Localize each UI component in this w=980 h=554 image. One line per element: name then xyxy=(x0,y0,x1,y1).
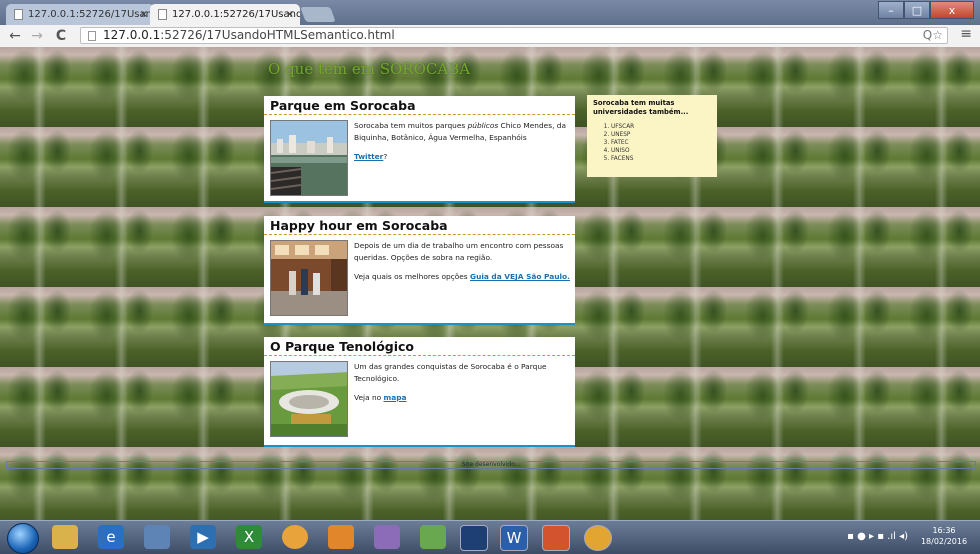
excel-icon[interactable]: X xyxy=(236,525,262,549)
notepad-icon[interactable] xyxy=(420,525,446,549)
browser-tab-1[interactable]: 127.0.0.1:52726/17Usandc × xyxy=(6,4,154,25)
word-icon[interactable]: W xyxy=(500,525,528,551)
tab-close-icon[interactable]: × xyxy=(286,4,294,25)
close-window-button[interactable]: x xyxy=(930,1,974,19)
start-button[interactable] xyxy=(7,523,39,554)
universities-list: UFSCAR UNESP FATEC UNISO FACENS xyxy=(593,123,711,163)
article-title: Parque em Sorocaba xyxy=(264,96,575,115)
media-player-icon[interactable]: ▶ xyxy=(190,525,216,549)
list-item: FATEC xyxy=(611,139,711,147)
powerpoint-icon[interactable] xyxy=(542,525,570,551)
tech-park-photo xyxy=(270,361,348,437)
article-parque-tecnologico: O Parque Tenológico Um das grandes conqu… xyxy=(264,337,575,447)
article-happy-hour: Happy hour em Sorocaba Depois de um dia … xyxy=(264,216,575,325)
article-title: O Parque Tenológico xyxy=(264,337,575,356)
mapa-link[interactable]: mapa xyxy=(384,393,407,402)
browser-tab-2[interactable]: 127.0.0.1:52726/17Usandc × xyxy=(150,4,300,25)
text: Veja quais os melhores opções xyxy=(354,272,471,281)
list-item: UFSCAR xyxy=(611,123,711,131)
aside-title: Sorocaba tem muitas universidades também… xyxy=(593,99,689,116)
text: Veja no xyxy=(354,393,384,402)
url-text[interactable]: 127.0.0.1:52726/17UsandoHTMLSemantico.ht… xyxy=(103,28,395,43)
chrome-icon[interactable] xyxy=(282,525,308,549)
maximize-button[interactable]: □ xyxy=(904,1,930,19)
guia-veja-link[interactable]: Guia da VEJA São Paulo. xyxy=(470,272,570,281)
users-icon[interactable] xyxy=(144,525,170,549)
text: Depois de um dia de trabalho um encontro… xyxy=(354,241,564,262)
paint-icon[interactable] xyxy=(374,525,400,549)
site-title: O que tem em SOROCABA xyxy=(268,60,471,78)
file-explorer-icon[interactable] xyxy=(52,525,78,549)
chrome-active-icon[interactable] xyxy=(584,525,612,551)
browser-toolbar: ← → C 127.0.0.1:52726/17UsandoHTMLSemant… xyxy=(0,25,980,48)
internet-explorer-icon[interactable]: e xyxy=(98,525,124,549)
xampp-icon[interactable] xyxy=(328,525,354,549)
zoom-bookmark-icons[interactable]: Q☆ xyxy=(923,28,943,43)
app-window-icon[interactable] xyxy=(460,525,488,551)
reload-button[interactable]: C xyxy=(52,26,70,46)
article-body: Depois de um dia de trabalho um encontro… xyxy=(354,240,570,290)
page-icon xyxy=(88,31,96,41)
text: Um das grandes conquistas de Sorocaba é … xyxy=(354,362,547,383)
minimize-button[interactable]: – xyxy=(878,1,904,19)
article-parque: Parque em Sorocaba Sorocaba tem muitos p… xyxy=(264,96,575,203)
happy-hour-photo xyxy=(270,240,348,316)
page-viewport: O que tem em SOROCABA Parque em Sorocaba… xyxy=(0,47,980,520)
page-icon xyxy=(14,9,23,20)
text: Sorocaba tem muitos parques xyxy=(354,121,468,130)
tray-icons[interactable]: ▪ ● ▸ ▪ .ıl ◂) xyxy=(847,531,908,542)
menu-icon[interactable]: ≡ xyxy=(960,26,972,42)
article-body: Sorocaba tem muitos parques públicos Chi… xyxy=(354,120,570,170)
tab-title: 127.0.0.1:52726/17Usandc xyxy=(28,9,154,20)
article-title: Happy hour em Sorocaba xyxy=(264,216,575,235)
url-path: :52726/17UsandoHTMLSemantico.html xyxy=(160,28,395,42)
browser-titlebar: 127.0.0.1:52726/17Usandc × 127.0.0.1:527… xyxy=(0,0,980,25)
text: ? xyxy=(383,152,388,161)
emphasis-text: públicos xyxy=(467,121,499,130)
universities-aside: Sorocaba tem muitas universidades também… xyxy=(587,95,717,177)
new-tab-button[interactable] xyxy=(300,7,336,22)
tab-close-icon[interactable]: × xyxy=(140,4,148,25)
back-button[interactable]: ← xyxy=(6,26,24,46)
page-footer: Site desenvolvido... xyxy=(6,461,976,469)
tab-title: 127.0.0.1:52726/17Usandc xyxy=(172,9,300,20)
forward-button[interactable]: → xyxy=(28,26,46,46)
park-photo xyxy=(270,120,348,196)
list-item: UNESP xyxy=(611,131,711,139)
twitter-link[interactable]: Twitter xyxy=(354,152,383,161)
clock-time: 16:36 xyxy=(932,526,956,535)
article-body: Um das grandes conquistas de Sorocaba é … xyxy=(354,361,570,411)
address-bar[interactable]: 127.0.0.1:52726/17UsandoHTMLSemantico.ht… xyxy=(80,27,948,44)
clock-date: 18/02/2016 xyxy=(920,537,968,546)
clock[interactable]: 16:36 18/02/2016 xyxy=(918,525,970,547)
page-icon xyxy=(158,9,167,20)
windows-taskbar: e ▶ X W ▪ ● ▸ ▪ .ıl ◂) 16:36 18/02/2016 xyxy=(0,520,980,554)
list-item: FACENS xyxy=(611,155,711,163)
window-controls: – □ x xyxy=(878,1,974,20)
url-domain: 127.0.0.1 xyxy=(103,28,161,42)
list-item: UNISO xyxy=(611,147,711,155)
